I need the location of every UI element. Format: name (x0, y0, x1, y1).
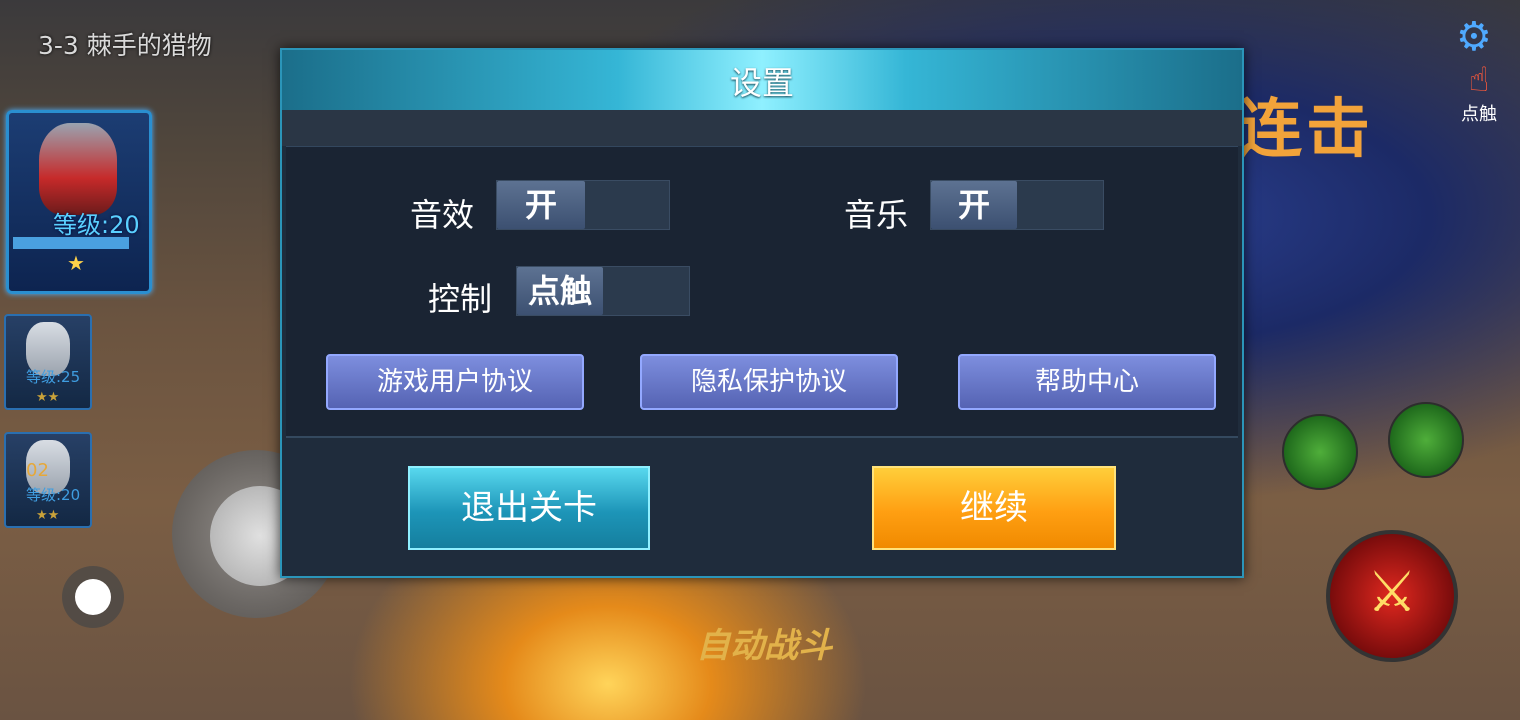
music-toggle-on: 开 (931, 181, 1017, 229)
member-level: 等级:25 (26, 368, 81, 386)
exit-level-button[interactable]: 退出关卡 (408, 466, 650, 550)
dialog-divider (286, 436, 1238, 438)
member-stars: ★★ (36, 508, 60, 523)
crossed-swords-icon: ⚔ (1366, 560, 1418, 625)
hero-energy-bar (13, 237, 129, 249)
sound-toggle-on: 开 (497, 181, 585, 229)
settings-dialog: 设置 音效 开 音乐 开 控制 点触 游戏用户协议 隐私保护协议 帮助中心 退出… (280, 48, 1244, 578)
skill-button[interactable] (1282, 414, 1358, 490)
hero-portrait (39, 123, 117, 215)
sound-toggle[interactable]: 开 (496, 180, 670, 230)
main-hero-card[interactable]: 等级:20 ★ (6, 110, 152, 294)
stage-title: 3-3 棘手的猎物 (38, 31, 212, 60)
hero-star-icon: ★ (67, 251, 85, 275)
dialog-title: 设置 (729, 64, 794, 102)
continue-button[interactable]: 继续 (872, 466, 1116, 550)
team-member-card[interactable]: 等级:25 ★★ (4, 314, 92, 410)
skill-button[interactable] (1388, 402, 1464, 478)
control-label: 控制 (428, 280, 493, 318)
member-stars: ★★ (36, 390, 60, 405)
camera-button[interactable] (62, 566, 124, 628)
user-agreement-button[interactable]: 游戏用户协议 (326, 354, 584, 410)
combo-text: 连击 (1238, 93, 1374, 167)
touch-mode-label: 点触 (1461, 104, 1497, 125)
help-center-button[interactable]: 帮助中心 (958, 354, 1216, 410)
hand-icon: ☝ (1468, 60, 1490, 100)
privacy-agreement-button[interactable]: 隐私保护协议 (640, 354, 898, 410)
member-badge: 02 (26, 460, 49, 481)
team-member-card[interactable]: 02 等级:20 ★★ (4, 432, 92, 528)
hero-level: 等级:20 (53, 211, 140, 239)
member-level: 等级:20 (26, 486, 81, 504)
auto-fight-button[interactable]: 自动战斗 (696, 618, 832, 667)
control-toggle-on: 点触 (517, 267, 603, 315)
sound-label: 音效 (410, 196, 475, 234)
touch-mode-button[interactable]: ☝ 点触 (1450, 60, 1508, 134)
attack-button[interactable]: ⚔ (1326, 530, 1458, 662)
control-toggle[interactable]: 点触 (516, 266, 690, 316)
dialog-subheader (282, 110, 1242, 146)
gear-icon[interactable]: ⚙ (1456, 14, 1492, 60)
music-toggle[interactable]: 开 (930, 180, 1104, 230)
music-label: 音乐 (844, 196, 909, 234)
